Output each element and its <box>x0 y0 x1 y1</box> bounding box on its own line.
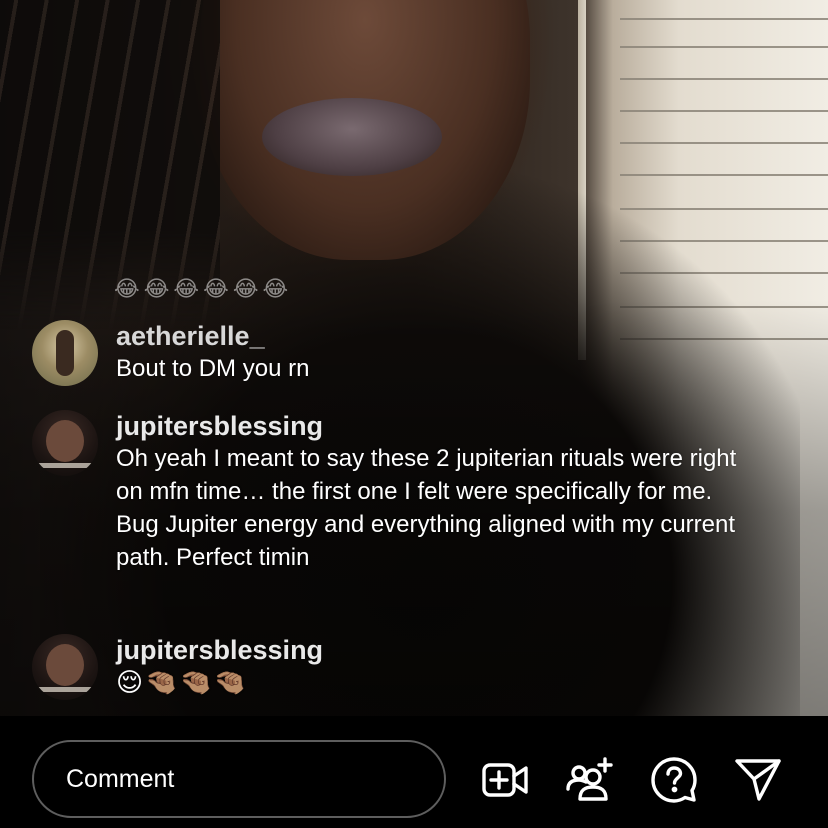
avatar[interactable] <box>32 320 98 386</box>
add-video-icon[interactable] <box>480 754 532 806</box>
live-comment[interactable]: aetherielle_ Bout to DM you rn <box>32 320 309 386</box>
send-icon[interactable] <box>732 754 784 806</box>
live-comment[interactable]: jupitersblessing Oh yeah I meant to say … <box>32 410 746 574</box>
comment-input[interactable]: Comment <box>32 740 446 818</box>
avatar[interactable] <box>32 410 98 476</box>
add-guest-icon[interactable] <box>564 754 616 806</box>
bottom-action-bar: Comment <box>0 716 828 828</box>
comment-body: aetherielle_ Bout to DM you rn <box>116 320 309 386</box>
comment-username[interactable]: jupitersblessing <box>116 634 323 666</box>
streamer-lips <box>262 98 442 176</box>
comment-username[interactable]: jupitersblessing <box>116 410 746 442</box>
faded-reaction-emojis: 😂😂😂😂😂😂 <box>114 276 293 301</box>
avatar[interactable] <box>32 634 98 700</box>
comment-text: Oh yeah I meant to say these 2 jupiteria… <box>116 445 737 571</box>
comment-username[interactable]: aetherielle_ <box>116 320 309 352</box>
live-comment[interactable]: jupitersblessing 😌🤏🏽🤏🏽🤏🏽 <box>32 634 323 700</box>
comment-text: 😌🤏🏽🤏🏽🤏🏽 <box>116 667 249 697</box>
comment-text: Bout to DM you rn <box>116 355 310 382</box>
question-icon[interactable] <box>648 754 700 806</box>
comment-body: jupitersblessing Oh yeah I meant to say … <box>116 410 746 574</box>
comment-body: jupitersblessing 😌🤏🏽🤏🏽🤏🏽 <box>116 634 323 700</box>
